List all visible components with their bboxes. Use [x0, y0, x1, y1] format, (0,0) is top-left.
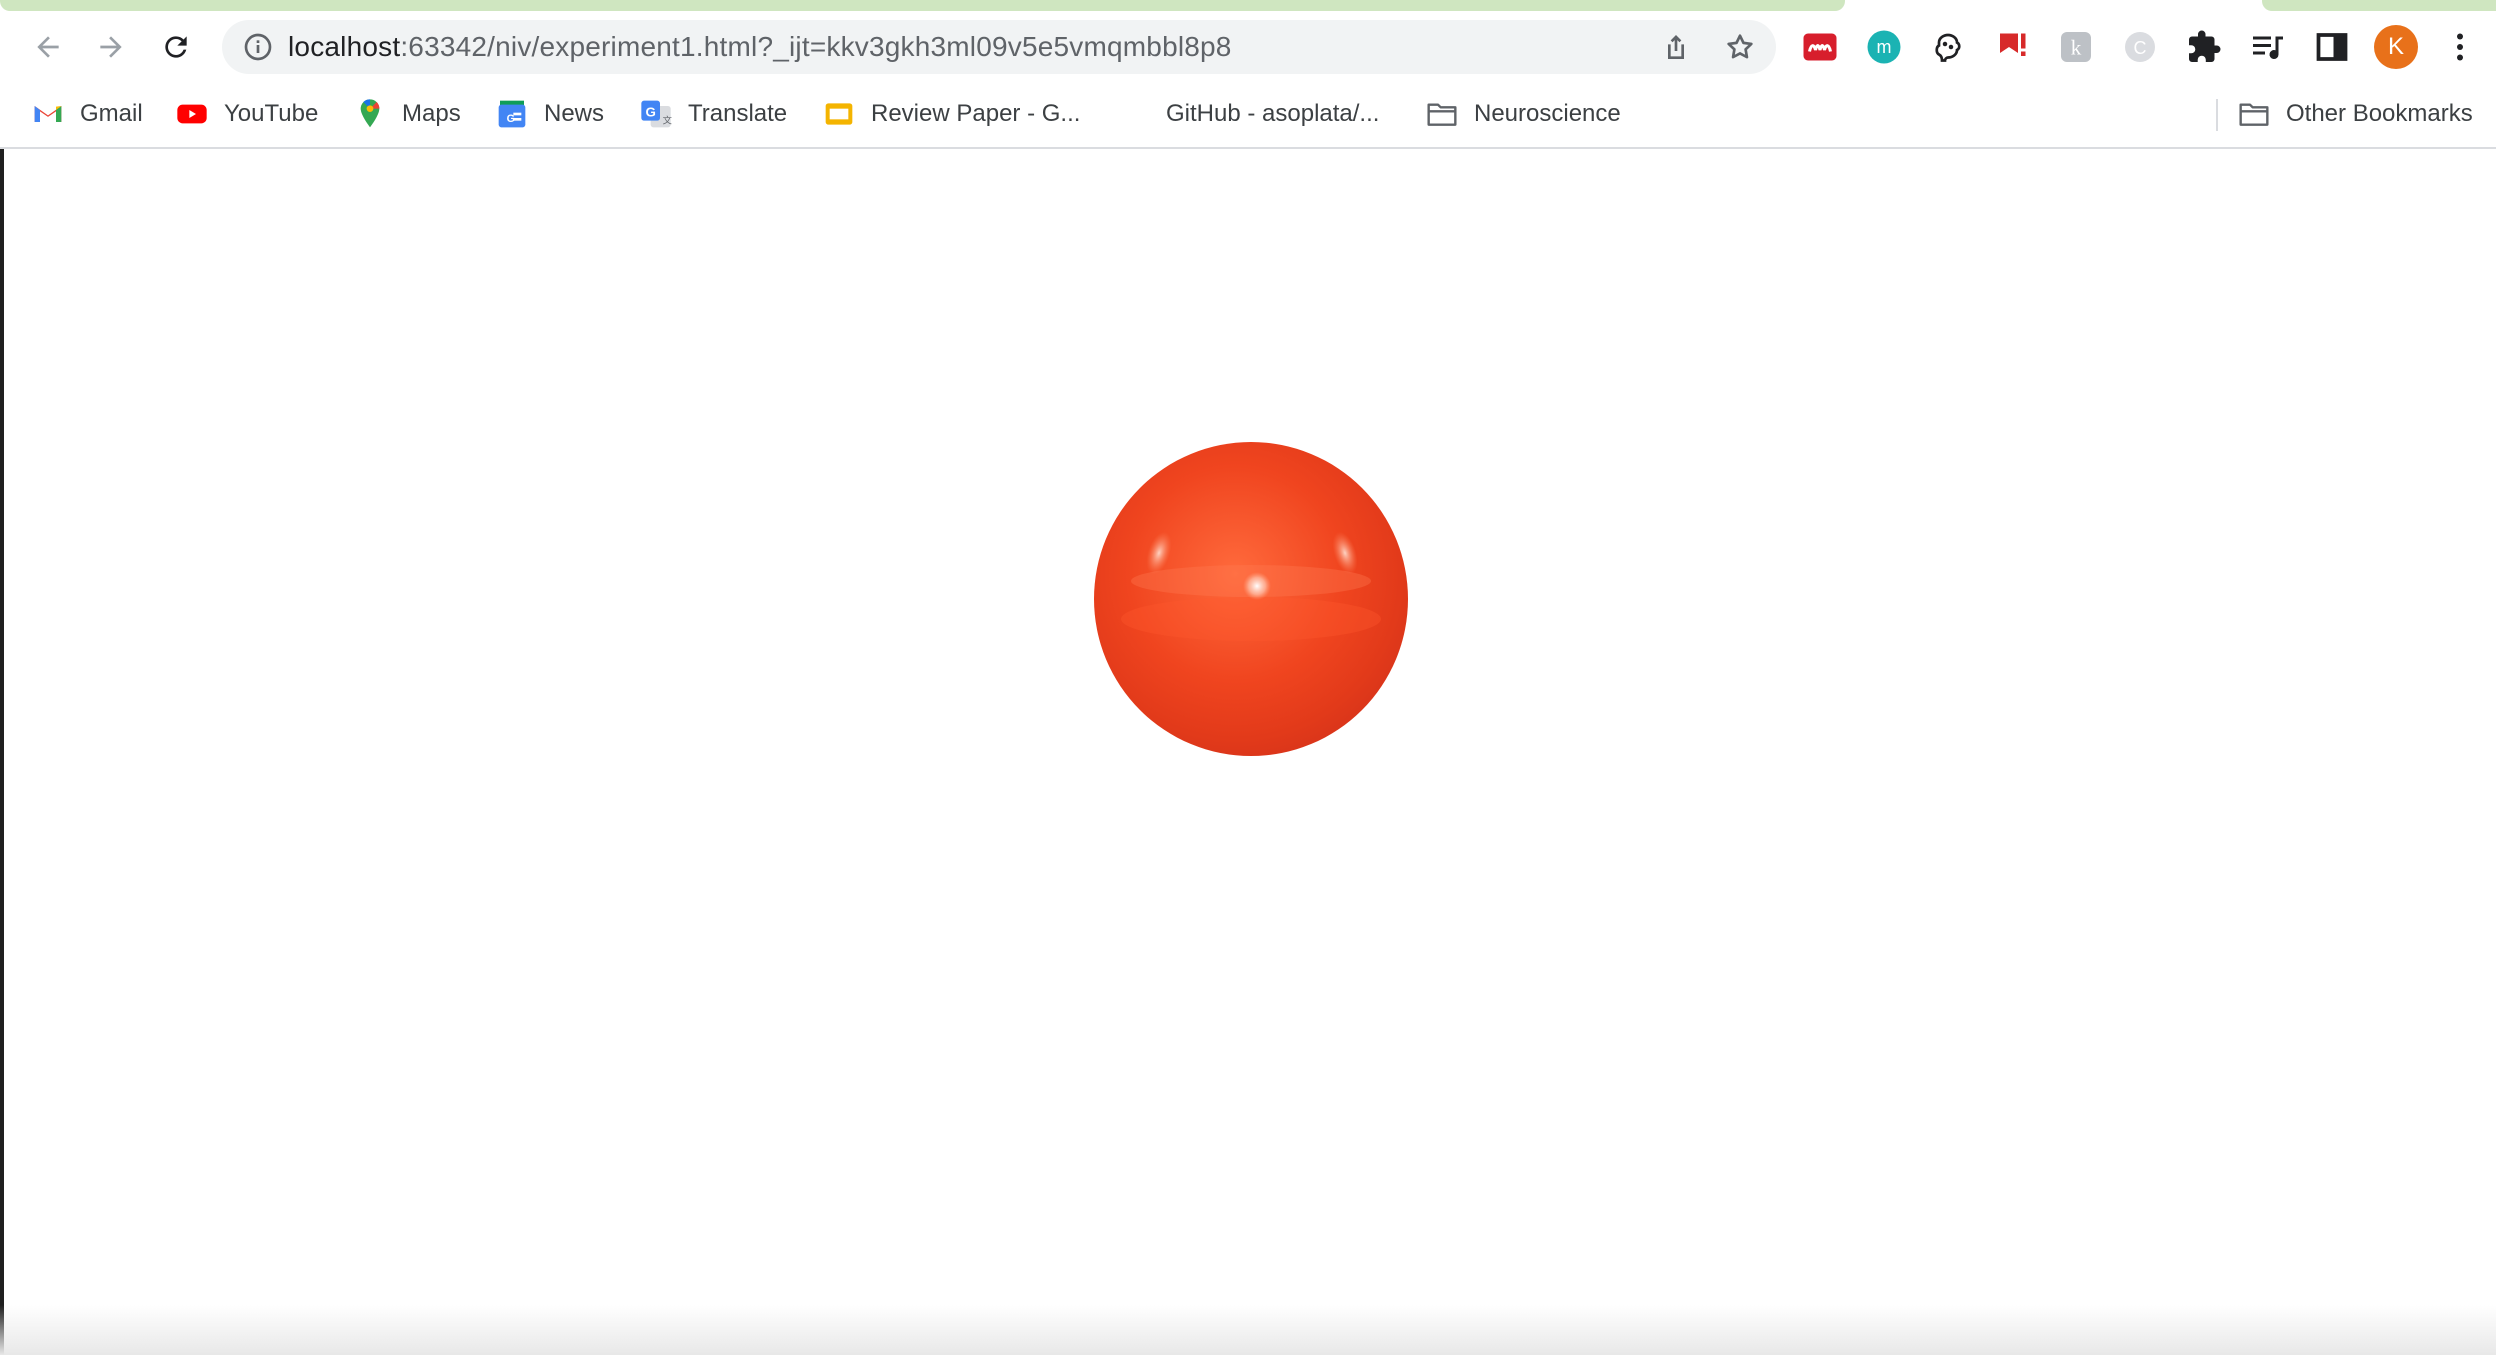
profile-avatar[interactable]: K — [2374, 25, 2418, 69]
reload-icon — [165, 36, 187, 58]
star-icon[interactable] — [1724, 31, 1756, 63]
mendeley-icon — [1803, 33, 1837, 61]
bookmark-gmail[interactable]: Gmail — [32, 93, 143, 135]
svg-text:m: m — [1877, 37, 1892, 57]
bookmark-label: Translate — [688, 100, 788, 127]
translate-icon: G文 — [640, 98, 672, 130]
gray-k-extension[interactable]: k — [2056, 27, 2096, 67]
m-circle-icon: m — [1867, 30, 1901, 64]
bookmark-label: Gmail — [80, 100, 143, 127]
mendeley-extension[interactable] — [1800, 27, 1840, 67]
bookmark-maps[interactable]: Maps — [354, 93, 461, 135]
active-tab-edge[interactable] — [0, 0, 1845, 11]
maps-icon — [354, 98, 386, 130]
bookmark-label: Neuroscience — [1474, 100, 1621, 127]
bookmark-label: Maps — [402, 100, 461, 127]
forward-button[interactable] — [87, 23, 135, 71]
bookmark-folder-neuroscience[interactable]: Neuroscience — [1426, 93, 1621, 135]
svg-text:文: 文 — [663, 114, 672, 125]
info-icon[interactable] — [242, 31, 274, 63]
brain-extension[interactable] — [1928, 27, 1968, 67]
other-bookmarks-label: Other Bookmarks — [2286, 100, 2473, 127]
side-panel-button[interactable] — [2312, 27, 2352, 67]
bookmarks-divider — [2216, 99, 2218, 131]
reading-list-icon — [2253, 36, 2283, 60]
extensions-button[interactable] — [2184, 27, 2224, 67]
gray-c-extension[interactable]: C — [2120, 27, 2160, 67]
bookmark-label: GitHub - asoplata/... — [1166, 100, 1380, 127]
red-flag-icon — [2000, 33, 2026, 56]
more-vert-icon — [2457, 33, 2463, 61]
bookmark-translate[interactable]: G文 Translate — [640, 93, 787, 135]
puzzle-icon — [2189, 30, 2221, 62]
youtube-icon — [176, 98, 208, 130]
svg-text:C: C — [2134, 38, 2147, 58]
window-edge — [0, 149, 4, 1355]
side-panel-icon — [2316, 33, 2348, 61]
red-ball[interactable] — [1093, 441, 1409, 757]
news-icon: G — [496, 98, 528, 130]
reload-button[interactable] — [152, 23, 200, 71]
folder-icon — [1426, 98, 1458, 130]
bottom-shadow — [0, 1305, 2496, 1355]
slides-icon — [823, 98, 855, 130]
other-bookmarks[interactable]: Other Bookmarks — [2238, 93, 2473, 135]
bookmark-label: News — [544, 100, 605, 127]
url-path: :63342/niv/experiment1.html?_ijt=kkv3gkh… — [400, 31, 1232, 62]
reading-list-button[interactable] — [2248, 27, 2288, 67]
tab-edge[interactable] — [2262, 0, 2496, 11]
browser-window: localhost:63342/niv/experiment1.html?_ij… — [0, 0, 2496, 1355]
bookmark-github[interactable]: GitHub - asoplata/... — [1118, 93, 1379, 135]
address-bar[interactable]: localhost:63342/niv/experiment1.html?_ij… — [222, 20, 1776, 74]
svg-text:G: G — [645, 105, 655, 120]
k-icon: k — [2061, 32, 2091, 62]
arrow-left-icon — [37, 36, 59, 58]
url-host: localhost — [288, 31, 401, 62]
gmail-icon — [32, 98, 64, 130]
folder-icon — [2238, 98, 2270, 130]
share-icon[interactable] — [1660, 31, 1692, 63]
toolbar: localhost:63342/niv/experiment1.html?_ij… — [0, 11, 2496, 83]
m-extension[interactable]: m — [1864, 27, 1904, 67]
bookmark-news[interactable]: G News — [496, 93, 604, 135]
github-icon — [1118, 98, 1150, 130]
c-circle-icon: C — [2125, 32, 2155, 62]
tab-strip — [0, 0, 2496, 11]
svg-text:k: k — [2071, 36, 2082, 60]
url-text[interactable]: localhost:63342/niv/experiment1.html?_ij… — [288, 20, 1232, 74]
bookmark-label: YouTube — [224, 100, 319, 127]
arrow-right-icon — [100, 36, 122, 58]
bookmark-review-paper[interactable]: Review Paper - G... — [823, 93, 1080, 135]
red-bookmark-extension[interactable] — [1992, 27, 2032, 67]
bookmark-youtube[interactable]: YouTube — [176, 93, 318, 135]
bookmark-label: Review Paper - G... — [871, 100, 1081, 127]
menu-button[interactable] — [2440, 27, 2480, 67]
brain-icon — [1935, 33, 1961, 62]
back-button[interactable] — [24, 23, 72, 71]
bookmarks-bar: Gmail YouTube Maps G News G文 Translate R… — [0, 83, 2496, 149]
